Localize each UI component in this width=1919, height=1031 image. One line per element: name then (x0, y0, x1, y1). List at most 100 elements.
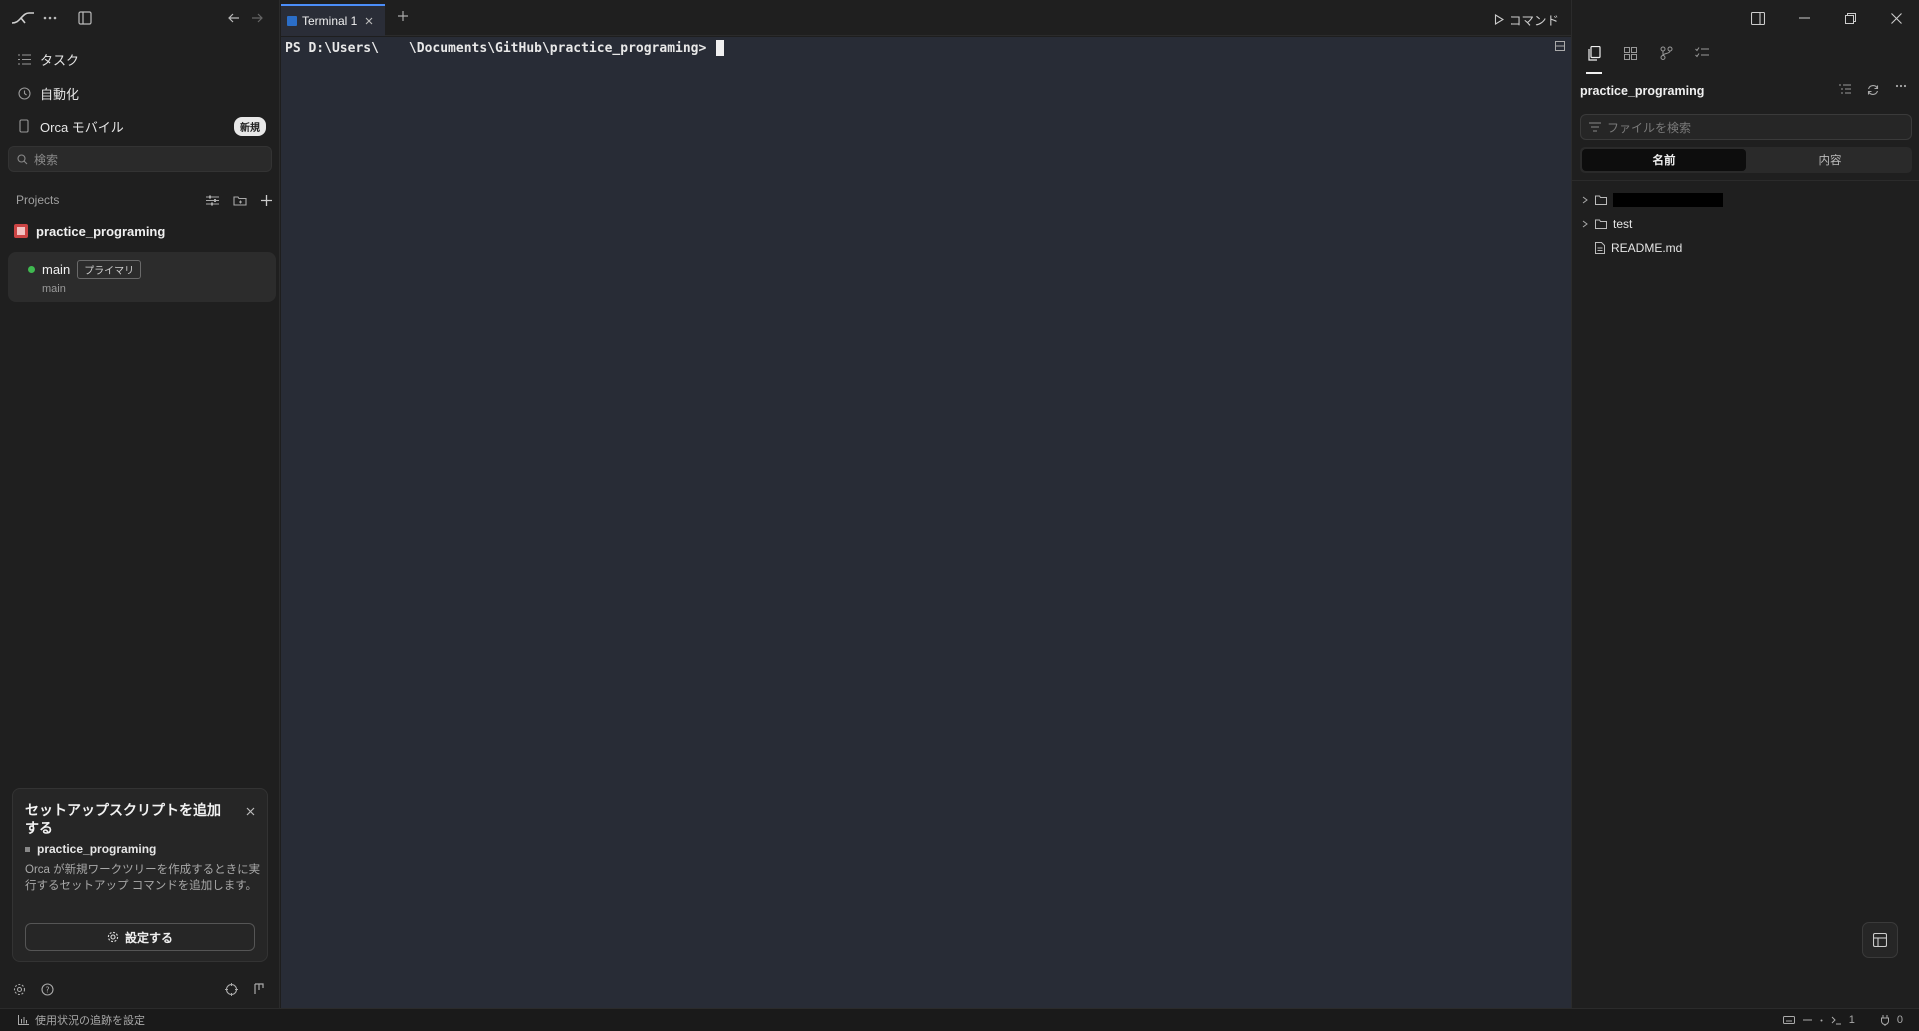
checklist-tab-icon[interactable] (1694, 44, 1710, 62)
explorer-title: practice_programing (1580, 84, 1705, 98)
status-right: 1 0 (1782, 1014, 1903, 1026)
sidebar-item-tasks[interactable]: タスク (10, 45, 270, 73)
plug-icon[interactable] (1880, 1014, 1889, 1026)
worktree-item-main[interactable]: main プライマリ main (8, 252, 276, 302)
dot-separator-icon (1820, 1019, 1823, 1022)
usage-tracking-label: 使用状況の追跡を設定 (35, 1015, 145, 1027)
prompt-suffix: \Documents\GitHub\practice_programing> (408, 40, 715, 56)
tab-terminal-1[interactable]: Terminal 1 (281, 4, 385, 36)
redacted-username (378, 40, 409, 56)
split-pane-icon[interactable] (1555, 41, 1565, 51)
right-panel: practice_programing ファイルを検索 名前 内容 test R… (1571, 0, 1919, 1008)
sidebar-item-label: タスク (40, 52, 80, 68)
terminal-count-icon[interactable] (1831, 1016, 1841, 1025)
new-tab-button[interactable] (397, 10, 409, 22)
setup-card-project: practice_programing (37, 842, 157, 856)
file-icon (1595, 242, 1605, 254)
tree-file-readme[interactable]: README.md (1582, 239, 1682, 257)
feedback-icon[interactable] (253, 983, 265, 995)
search-icon (17, 153, 28, 165)
window-controls (1735, 0, 1919, 36)
command-button[interactable]: コマンド (1494, 10, 1559, 29)
sidebar-item-label: 自動化 (40, 86, 80, 102)
file-search-input[interactable]: ファイルを検索 (1580, 114, 1912, 140)
prompt-prefix: PS D:\Users\ (285, 40, 379, 56)
dash-separator-icon (1802, 1019, 1812, 1021)
powershell-icon (287, 16, 297, 26)
right-panel-tabs (1586, 44, 1710, 74)
toggle-right-panel-icon[interactable] (1735, 0, 1781, 36)
search-mode-content[interactable]: 内容 (1748, 147, 1912, 173)
redacted-folder-name (1613, 193, 1723, 207)
refresh-icon[interactable] (1867, 84, 1879, 96)
back-arrow-icon[interactable] (225, 8, 243, 28)
help-icon[interactable]: ? (41, 983, 54, 996)
tree-item-label: test (1613, 217, 1633, 231)
terminal-cursor (716, 40, 725, 56)
close-window-icon[interactable] (1873, 0, 1919, 36)
sidebar-search-input[interactable]: 検索 (8, 146, 272, 172)
project-name: practice_programing (36, 223, 166, 239)
toggle-sidebar-icon[interactable] (75, 8, 95, 28)
tab-label: Terminal 1 (302, 14, 358, 28)
extensions-tab-icon[interactable] (1622, 44, 1638, 62)
folder-icon (1595, 219, 1607, 229)
setup-card-title: セットアップスクリプトを追加する (25, 802, 221, 836)
orca-logo-icon[interactable] (10, 8, 36, 28)
layout-toggle-button[interactable] (1862, 922, 1898, 958)
configure-button-label: 設定する (124, 930, 173, 945)
open-folder-icon[interactable] (233, 195, 247, 206)
chevron-right-icon (1582, 196, 1592, 204)
sidebar-item-automation[interactable]: 自動化 (10, 79, 270, 107)
tree-folder-test[interactable]: test (1582, 215, 1632, 233)
more-icon[interactable] (40, 8, 60, 28)
filter-icon (1589, 122, 1601, 132)
explorer-actions (1839, 84, 1907, 96)
keyboard-icon[interactable] (1782, 1016, 1795, 1024)
project-item[interactable]: practice_programing (14, 221, 264, 241)
layout-icon (1873, 933, 1887, 947)
collapse-all-icon[interactable] (1839, 84, 1851, 96)
project-marker (25, 846, 30, 852)
settings-icon[interactable] (13, 983, 26, 996)
file-search-placeholder: ファイルを検索 (1607, 120, 1692, 135)
folder-icon (1595, 195, 1607, 205)
filter-settings-icon[interactable] (206, 195, 219, 206)
sidebar-topbar (0, 0, 280, 36)
source-control-tab-icon[interactable] (1658, 44, 1674, 62)
status-dot (28, 266, 35, 273)
search-mode-toggle: 名前 内容 (1580, 147, 1912, 173)
search-placeholder: 検索 (34, 152, 59, 167)
close-icon[interactable] (246, 807, 255, 816)
crosshair-icon[interactable] (225, 983, 238, 996)
tree-item-label: README.md (1611, 241, 1683, 255)
mobile-icon (16, 118, 32, 134)
more-actions-icon[interactable] (1895, 84, 1907, 96)
sidebar-footer: ? (0, 978, 280, 1002)
forward-arrow-icon[interactable] (248, 8, 266, 28)
left-sidebar: タスク 自動化 Orca モバイル 新規 検索 Projects practic… (0, 0, 280, 1008)
setup-script-card: セットアップスクリプトを追加する practice_programing Orc… (12, 788, 268, 962)
worktree-branch: main (42, 283, 66, 295)
tree-folder-redacted[interactable] (1582, 191, 1723, 209)
sidebar-item-label: Orca モバイル (40, 119, 124, 135)
gear-icon (107, 931, 119, 943)
files-tab-icon[interactable] (1586, 44, 1602, 74)
close-tab-icon[interactable] (365, 17, 373, 25)
configure-button[interactable]: 設定する (25, 923, 255, 951)
minimize-icon[interactable] (1781, 0, 1827, 36)
projects-label: Projects (16, 193, 60, 207)
new-badge: 新規 (234, 116, 266, 136)
restore-icon[interactable] (1827, 0, 1873, 36)
terminal-count: 1 (1848, 1014, 1855, 1026)
tab-bar: Terminal 1 コマンド (281, 0, 1571, 36)
add-icon[interactable] (261, 194, 272, 206)
terminal-pane[interactable]: PS D:\Users\ \Documents\GitHub\practice_p… (281, 37, 1571, 1008)
usage-tracking-item[interactable]: 使用状況の追跡を設定 (18, 1012, 145, 1028)
bar-chart-icon (18, 1015, 29, 1025)
search-mode-name[interactable]: 名前 (1582, 149, 1746, 171)
terminal-prompt: PS D:\Users\ \Documents\GitHub\practice_p… (285, 40, 725, 56)
project-avatar (14, 224, 28, 238)
sidebar-item-orca-mobile[interactable]: Orca モバイル 新規 (10, 112, 270, 140)
list-icon (16, 51, 32, 67)
